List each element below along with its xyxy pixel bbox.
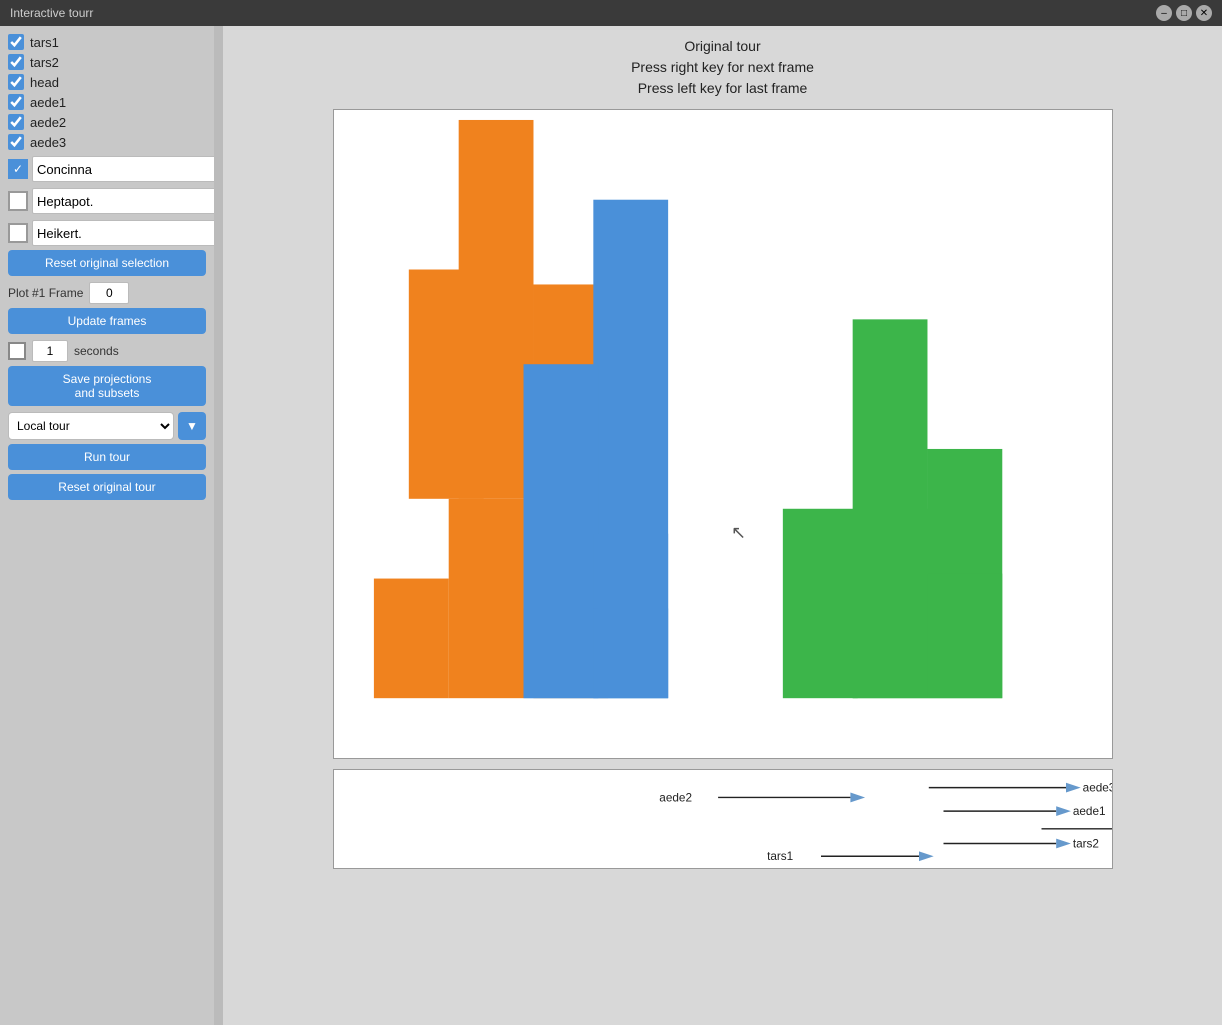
arrows-svg: aede2 aede3 aede1 head tars2 — [334, 770, 1112, 868]
local-tour-row: Local tour Grand tour Guided tour ▼ — [8, 412, 206, 440]
species-input-heptapot[interactable] — [32, 188, 215, 214]
variable-label-aede3: aede3 — [30, 135, 66, 150]
species-row-heptapot — [8, 188, 206, 214]
species-input-heikert[interactable] — [32, 220, 215, 246]
species-checkbox-concinna[interactable]: ✓ — [8, 159, 28, 179]
arrow-label-aede2: aede2 — [659, 791, 692, 804]
title-bar: Interactive tourr – □ ✕ — [0, 0, 1222, 26]
variable-label-tars2: tars2 — [30, 55, 59, 70]
variable-checkbox-tars1[interactable] — [8, 34, 24, 50]
seconds-label: seconds — [74, 344, 119, 358]
chart-title: Original tour — [631, 36, 814, 57]
species-checkbox-heikert[interactable] — [8, 223, 28, 243]
orange-bar-2 — [408, 270, 483, 499]
species-row-heikert — [8, 220, 206, 246]
plot-frame-label: Plot #1 Frame — [8, 286, 83, 300]
variable-row-head: head — [8, 74, 206, 90]
species-input-concinna[interactable] — [32, 156, 215, 182]
arrow-head-tars1 — [919, 851, 934, 861]
blue-bar-4 — [523, 608, 598, 698]
variable-label-aede2: aede2 — [30, 115, 66, 130]
variable-checkbox-aede2[interactable] — [8, 114, 24, 130]
arrow-head-aede3 — [1066, 783, 1081, 793]
plot-title: Original tour Press right key for next f… — [631, 36, 814, 99]
arrow-label-aede1: aede1 — [1072, 805, 1105, 818]
arrow-head-tars2 — [1056, 839, 1071, 849]
maximize-button[interactable]: □ — [1176, 5, 1192, 21]
variable-checkbox-tars2[interactable] — [8, 54, 24, 70]
green-bar-3 — [782, 509, 857, 698]
variable-label-head: head — [30, 75, 59, 90]
run-tour-button[interactable]: Run tour — [8, 444, 206, 470]
histogram-chart: ↖ — [333, 109, 1113, 759]
species-checkbox-heptapot[interactable] — [8, 191, 28, 211]
reset-tour-button[interactable]: Reset original tour — [8, 474, 206, 500]
app-title: Interactive tourr — [10, 6, 93, 20]
green-bar-4 — [852, 509, 927, 698]
local-tour-dropdown-button[interactable]: ▼ — [178, 412, 206, 440]
chart-subtitle1: Press right key for next frame — [631, 57, 814, 78]
variable-row-aede2: aede2 — [8, 114, 206, 130]
orange-bar-4 — [373, 579, 448, 699]
seconds-row: seconds — [8, 340, 206, 362]
variable-label-aede1: aede1 — [30, 95, 66, 110]
variable-checkbox-head[interactable] — [8, 74, 24, 90]
seconds-input[interactable] — [32, 340, 68, 362]
variable-row-aede1: aede1 — [8, 94, 206, 110]
species-row-concinna: ✓ — [8, 156, 206, 182]
blue-bar-5 — [593, 608, 668, 698]
variable-row-tars2: tars2 — [8, 54, 206, 70]
variable-label-tars1: tars1 — [30, 35, 59, 50]
close-button[interactable]: ✕ — [1196, 5, 1212, 21]
arrows-panel: aede2 aede3 aede1 head tars2 — [333, 769, 1113, 869]
minimize-button[interactable]: – — [1156, 5, 1172, 21]
arrow-label-aede3: aede3 — [1082, 782, 1111, 795]
histogram-svg: ↖ — [334, 110, 1112, 758]
variable-row-tars1: tars1 — [8, 34, 206, 50]
plot-frame-row: Plot #1 Frame — [8, 282, 206, 304]
save-projections-button[interactable]: Save projections and subsets — [8, 366, 206, 406]
local-tour-select[interactable]: Local tour Grand tour Guided tour — [8, 412, 174, 440]
arrow-label-tars1: tars1 — [767, 850, 793, 863]
variable-checkbox-aede3[interactable] — [8, 134, 24, 150]
update-frames-button[interactable]: Update frames — [8, 308, 206, 334]
green-bar-5 — [927, 574, 1002, 699]
sidebar-divider — [215, 26, 223, 1025]
frame-input[interactable] — [89, 282, 129, 304]
orange-bar-5 — [448, 499, 523, 698]
seconds-checkbox[interactable] — [8, 342, 26, 360]
cursor-indicator: ↖ — [730, 523, 745, 543]
window-controls: – □ ✕ — [1156, 5, 1212, 21]
arrow-head-aede1 — [1056, 806, 1071, 816]
chart-subtitle2: Press left key for last frame — [631, 78, 814, 99]
variable-row-aede3: aede3 — [8, 134, 206, 150]
content-area: Original tour Press right key for next f… — [223, 26, 1222, 1025]
variable-checkbox-aede1[interactable] — [8, 94, 24, 110]
sidebar: tars1 tars2 head aede1 aede2 aede3 ✓ — [0, 26, 215, 1025]
reset-selection-button[interactable]: Reset original selection — [8, 250, 206, 276]
arrow-head-aede2 — [850, 793, 865, 803]
arrow-label-tars2: tars2 — [1072, 837, 1098, 850]
